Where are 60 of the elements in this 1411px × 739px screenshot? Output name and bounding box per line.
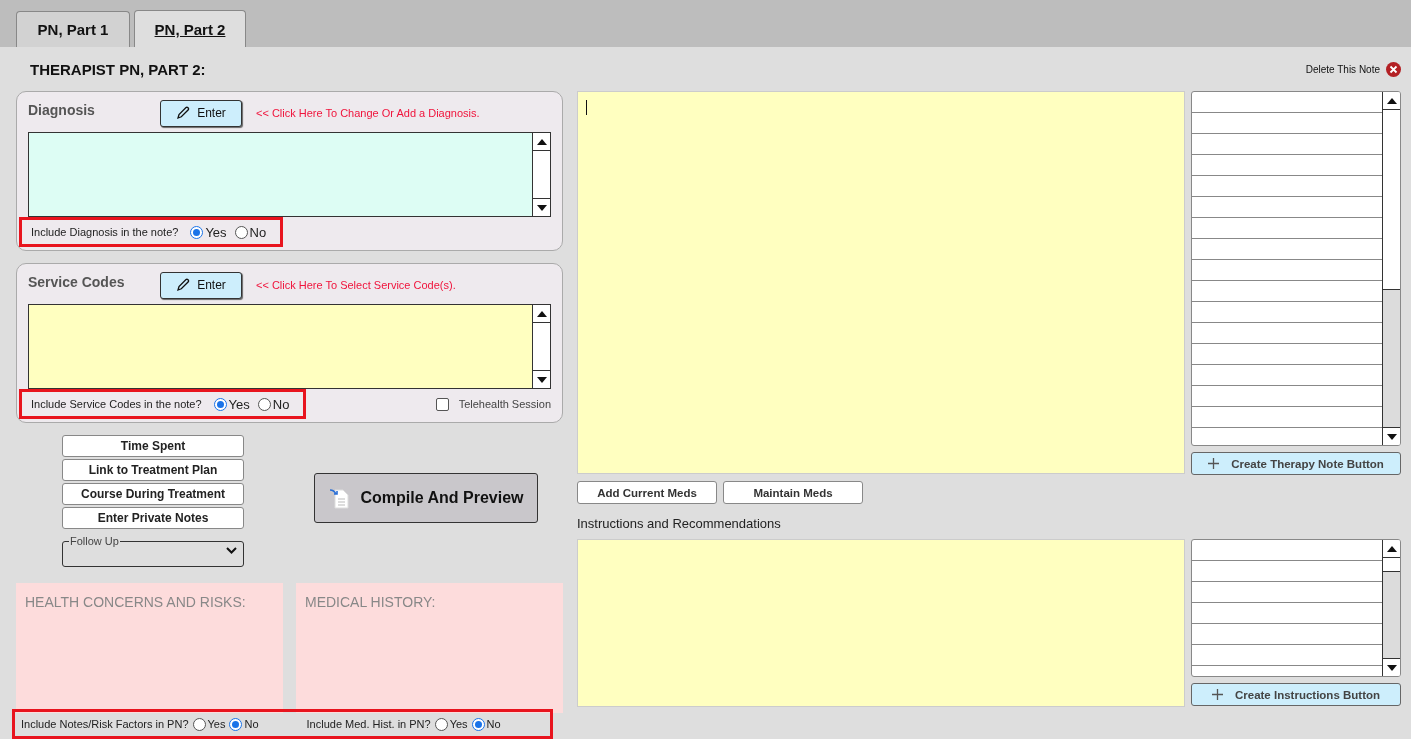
page-title: THERAPIST PN, PART 2:	[30, 60, 206, 78]
hint-text: << Click Here To Select Service Code(s).	[256, 279, 456, 291]
enter-button[interactable]: Enter	[160, 271, 242, 299]
scroll-thumb[interactable]	[1383, 558, 1400, 572]
section-label: Service Codes	[28, 274, 126, 290]
arrow-up-icon	[1386, 97, 1397, 104]
enter-button[interactable]: Enter	[160, 99, 242, 127]
radio-option[interactable]: Yes	[192, 717, 226, 731]
create-therapy-note-button[interactable]: Create Therapy Note Button	[1191, 452, 1401, 475]
chevron-down-icon	[226, 547, 237, 554]
delete-note-link[interactable]: Delete This Note	[1305, 61, 1401, 77]
arrow-up-icon	[536, 138, 547, 145]
meds-button[interactable]: Add Current Meds	[577, 481, 717, 504]
compile-preview-button[interactable]: Compile And Preview	[314, 473, 538, 523]
radio-option[interactable]: No	[234, 224, 267, 240]
panel-title: HEALTH CONCERNS AND RISKS:	[25, 594, 246, 610]
action-button[interactable]: Enter Private Notes	[62, 507, 244, 529]
tab[interactable]: PN, Part 1	[16, 11, 130, 47]
scrollbar[interactable]	[532, 305, 550, 388]
text-area[interactable]	[28, 304, 551, 389]
radio-option[interactable]: No	[471, 717, 501, 731]
action-button[interactable]: Course During Treatment	[62, 483, 244, 505]
document-icon	[328, 487, 351, 509]
action-button[interactable]: Time Spent	[62, 435, 244, 457]
section-label: Diagnosis	[28, 102, 96, 118]
scrollbar[interactable]	[532, 133, 550, 216]
action-button[interactable]: Link to Treatment Plan	[62, 459, 244, 481]
pencil-icon	[176, 106, 191, 120]
radio-option[interactable]: No	[257, 396, 290, 412]
scroll-thumb[interactable]	[1383, 110, 1400, 290]
follow-up-select[interactable]: Follow Up	[62, 535, 244, 567]
arrow-up-icon	[536, 310, 547, 317]
panel-title: MEDICAL HISTORY:	[305, 594, 436, 610]
create-instructions-button[interactable]: Create Instructions Button	[1191, 683, 1401, 706]
text-cursor	[586, 100, 587, 115]
arrow-down-icon	[536, 376, 547, 383]
scrollbar[interactable]	[1382, 92, 1400, 445]
tab[interactable]: PN, Part 2	[134, 10, 246, 47]
arrow-down-icon	[536, 204, 547, 211]
plus-icon	[1211, 689, 1223, 700]
meds-button[interactable]: Maintain Meds	[723, 481, 863, 504]
question-text: Include Med. Hist. in PN?	[306, 718, 431, 730]
plus-icon	[1208, 458, 1220, 469]
arrow-down-icon	[1386, 433, 1397, 440]
telehealth-checkbox[interactable]: Telehealth Session	[435, 397, 551, 411]
text-area[interactable]	[28, 132, 551, 217]
pencil-icon	[176, 278, 191, 292]
close-icon	[1386, 61, 1401, 77]
section-label: Instructions and Recommendations	[577, 516, 782, 531]
question-text: Include Notes/Risk Factors in PN?	[21, 718, 189, 730]
radio-option[interactable]: Yes	[190, 224, 227, 240]
arrow-up-icon	[1386, 545, 1397, 552]
question-text: Include Service Codes in the note?	[31, 398, 202, 410]
question-text: Include Diagnosis in the note?	[31, 226, 179, 238]
arrow-down-icon	[1386, 664, 1397, 671]
radio-option[interactable]: Yes	[213, 396, 250, 412]
hint-text: << Click Here To Change Or Add a Diagnosis.	[256, 107, 480, 119]
scrollbar[interactable]	[1382, 540, 1400, 676]
radio-option[interactable]: Yes	[434, 717, 468, 731]
radio-option[interactable]: No	[229, 717, 259, 731]
